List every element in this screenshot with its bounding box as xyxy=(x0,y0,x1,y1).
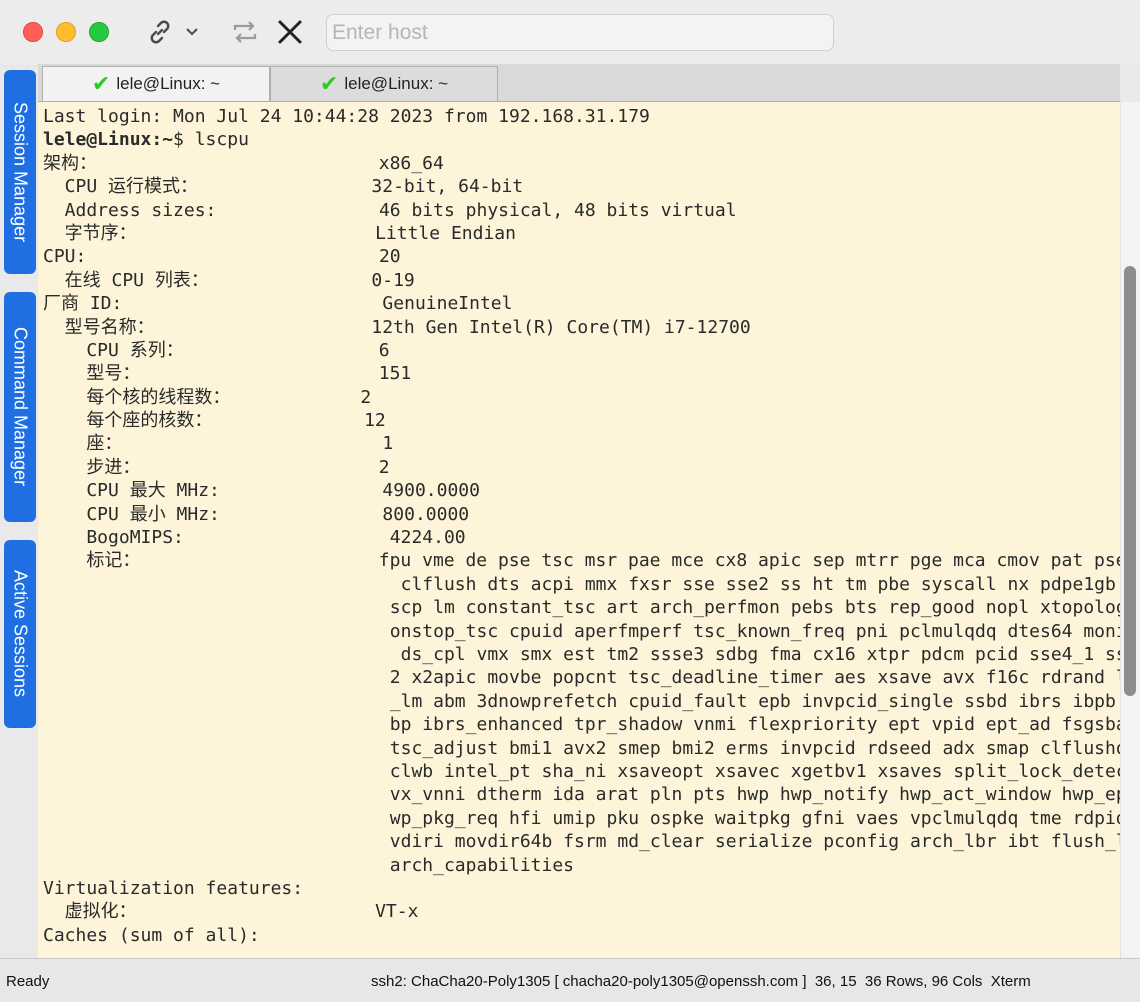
scrollbar-thumb[interactable] xyxy=(1124,266,1136,696)
terminal-line: arch_capabilities xyxy=(43,854,575,876)
tab-label: lele@Linux: ~ xyxy=(116,74,221,93)
session-tab-2[interactable]: ✔ lele@Linux: ~ xyxy=(270,66,498,101)
check-icon: ✔ xyxy=(91,71,111,96)
terminal-line: CPU 最小 MHz: 800.0000 xyxy=(43,503,470,525)
minimize-window-button[interactable] xyxy=(56,22,76,42)
active-sessions-tab[interactable]: Active Sessions xyxy=(4,540,36,728)
terminal-line: CPU 系列： 6 xyxy=(43,339,390,361)
terminal-line: Virtualization features: xyxy=(43,877,304,899)
terminal-line: 型号： 151 xyxy=(43,363,412,385)
terminal-line: vx_vnni dtherm ida arat pln pts hwp hwp_… xyxy=(43,784,1120,806)
terminal-line: lele@Linux:~$ lscpu xyxy=(43,129,249,151)
session-manager-tab[interactable]: Session Manager xyxy=(4,70,36,274)
command-manager-label: Command Manager xyxy=(10,327,31,487)
terminal-text: Last login: Mon Jul 24 10:44:28 2023 fro… xyxy=(43,105,1120,947)
terminal-output[interactable]: Last login: Mon Jul 24 10:44:28 2023 fro… xyxy=(38,102,1120,958)
terminal-line: Last login: Mon Jul 24 10:44:28 2023 fro… xyxy=(43,106,650,127)
terminal-line: 每个核的线程数： 2 xyxy=(43,386,372,408)
chevron-down-icon[interactable] xyxy=(180,16,204,48)
tab-label: lele@Linux: ~ xyxy=(344,74,449,93)
link-icon[interactable] xyxy=(144,16,176,48)
terminal-line: Address sizes: 46 bits physical, 48 bits… xyxy=(43,199,737,221)
terminal-line: onstop_tsc cpuid aperfmperf tsc_known_fr… xyxy=(43,620,1120,642)
active-sessions-label: Active Sessions xyxy=(10,570,31,698)
zoom-window-button[interactable] xyxy=(89,22,109,42)
terminal-line: 厂商 ID: GenuineIntel xyxy=(43,293,513,315)
terminal-line: clwb intel_pt sha_ni xsaveopt xsavec xge… xyxy=(43,760,1120,782)
terminal-line: 标记： fpu vme de pse tsc msr pae mce cx8 a… xyxy=(43,550,1120,572)
terminal-line: 在线 CPU 列表： 0-19 xyxy=(43,269,415,291)
terminal-line: CPU 运行模式： 32-bit, 64-bit xyxy=(43,176,524,198)
close-icon[interactable] xyxy=(272,16,308,48)
terminal-line: scp lm constant_tsc art arch_perfmon peb… xyxy=(43,597,1120,619)
terminal-line: Caches (sum of all): xyxy=(43,924,260,946)
terminal-line: clflush dts acpi mmx fxsr sse sse2 ss ht… xyxy=(43,573,1120,595)
status-bar: Ready ssh2: ChaCha20-Poly1305 [ chacha20… xyxy=(0,958,1140,1002)
terminal-line: 虚拟化： VT-x xyxy=(43,901,419,923)
session-tab-bar: ✔ lele@Linux: ~ ✔ lele@Linux: ~ xyxy=(38,64,1120,102)
terminal-line: BogoMIPS: 4224.00 xyxy=(43,527,466,549)
terminal-line: CPU 最大 MHz: 4900.0000 xyxy=(43,480,480,502)
terminal-line: 座： 1 xyxy=(43,433,394,455)
terminal-line: 架构： x86_64 xyxy=(43,152,444,174)
terminal-line: ds_cpl vmx smx est tm2 ssse3 sdbg fma cx… xyxy=(43,643,1120,665)
session-tab-1[interactable]: ✔ lele@Linux: ~ xyxy=(42,66,270,101)
status-connection-info: ssh2: ChaCha20-Poly1305 [ chacha20-poly1… xyxy=(371,973,1031,990)
repeat-icon[interactable] xyxy=(228,16,262,48)
terminal-line: CPU: 20 xyxy=(43,246,401,268)
terminal-line: _lm abm 3dnowprefetch cpuid_fault epb in… xyxy=(43,690,1120,712)
session-manager-label: Session Manager xyxy=(10,101,31,243)
check-icon: ✔ xyxy=(319,71,339,96)
terminal-line: 步进： 2 xyxy=(43,456,390,478)
terminal-line: wp_pkg_req hfi umip pku ospke waitpkg gf… xyxy=(43,807,1120,829)
terminal-line: vdiri movdir64b fsrm md_clear serialize … xyxy=(43,831,1120,853)
prompt-user: lele@Linux:~ xyxy=(43,129,174,151)
terminal-line: bp ibrs_enhanced tpr_shadow vnmi flexpri… xyxy=(43,714,1120,736)
terminal-line: 型号名称： 12th Gen Intel(R) Core(TM) i7-1270… xyxy=(43,316,751,338)
terminal-line: 每个座的核数： 12 xyxy=(43,410,386,432)
terminal-line: tsc_adjust bmi1 avx2 smep bmi2 erms invp… xyxy=(43,737,1120,759)
status-ready: Ready xyxy=(6,973,50,990)
close-window-button[interactable] xyxy=(23,22,43,42)
host-input[interactable] xyxy=(326,14,834,51)
command-manager-tab[interactable]: Command Manager xyxy=(4,292,36,522)
terminal-line: 2 x2apic movbe popcnt tsc_deadline_timer… xyxy=(43,667,1120,689)
title-bar xyxy=(0,0,1140,64)
terminal-line: 字节序： Little Endian xyxy=(43,222,516,244)
